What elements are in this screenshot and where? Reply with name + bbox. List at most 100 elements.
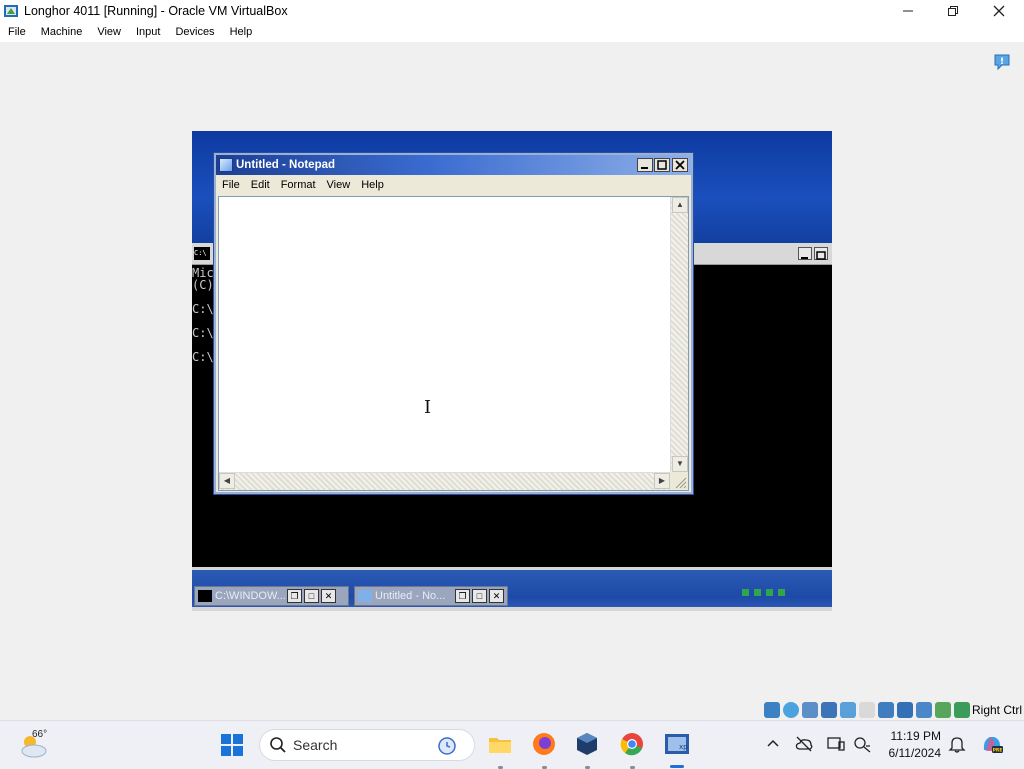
menu-input[interactable]: Input [136,26,160,38]
minimize-icon [641,167,648,169]
console-icon: C:\ [194,247,210,260]
chevron-up-icon[interactable] [762,733,784,755]
notepad-menu-help[interactable]: Help [361,179,384,191]
scroll-up-button[interactable]: ▲ [672,197,688,213]
guest-screen[interactable]: C:\ Mic (C) C:\ C:\ C:\ Untitled - Notep… [192,131,832,611]
menu-file[interactable]: File [8,26,26,38]
cpu-icon[interactable] [916,702,932,718]
virtualbox-icon[interactable] [574,731,600,757]
console-output: Mic (C) C:\ C:\ C:\ [192,267,214,363]
notepad-menu-format[interactable]: Format [281,179,316,191]
close-button[interactable]: ✕ [321,589,336,603]
resize-grip[interactable] [670,472,688,490]
notepad-icon [219,158,233,172]
chrome-icon[interactable] [619,731,645,757]
resize-grip-icon [675,477,687,489]
notepad-menu-view[interactable]: View [327,179,351,191]
menu-machine[interactable]: Machine [41,26,83,38]
bell-icon[interactable] [946,733,968,755]
notepad-window[interactable]: Untitled - Notepad File Edit Format View… [214,153,693,494]
search-icon [270,737,286,753]
search-label: Search [293,737,338,753]
tray-icon[interactable] [742,589,749,596]
notepad-minimize-button[interactable] [637,158,653,172]
console-line: C:\ [192,326,214,340]
keyboard-icon[interactable] [954,702,970,718]
notepad-maximize-button[interactable] [654,158,670,172]
guest-taskbar-label: C:\WINDOW... [215,590,285,602]
file-explorer-icon[interactable] [487,731,513,757]
host-key-label: Right Ctrl [971,703,1022,717]
minimize-icon [801,257,808,259]
minimize-button[interactable] [885,0,931,22]
network-icon[interactable] [821,702,837,718]
menu-help[interactable]: Help [230,26,253,38]
guest-system-tray [742,589,785,596]
guest-taskbar-console-button[interactable]: C:\WINDOW... ❐ □ ✕ [194,586,349,606]
usb-icon[interactable] [840,702,856,718]
scroll-left-button[interactable]: ◀ [219,473,235,489]
tray-icon[interactable] [766,589,773,596]
restore-icon [948,6,958,16]
start-button[interactable] [220,733,244,757]
tray-icon[interactable] [754,589,761,596]
svg-text:PRE: PRE [993,748,1003,754]
notepad-menu-edit[interactable]: Edit [251,179,270,191]
weather-temperature: 66° [32,729,48,740]
copilot-pre-icon[interactable]: PRE [980,732,1004,756]
close-button[interactable] [976,0,1022,22]
scroll-right-button[interactable]: ▶ [654,473,670,489]
maximize-icon [657,160,667,170]
windows-taskbar: 66° Search xp 11:19 PM 6/11/2024 PRE [0,720,1024,769]
minimize-icon [903,10,913,12]
system-clock[interactable]: 11:19 PM 6/11/2024 [883,728,942,762]
maximize-button[interactable]: □ [304,589,319,603]
restore-button[interactable]: ❐ [455,589,470,603]
console-minimize-button[interactable] [798,247,812,260]
shared-folders-icon[interactable] [859,702,875,718]
vbox-status-bar: Right Ctrl [0,700,1024,720]
horizontal-scrollbar[interactable]: ◀ ▶ [219,472,670,490]
notepad-text-field[interactable] [219,197,670,472]
menu-devices[interactable]: Devices [175,26,214,38]
notepad-menu-file[interactable]: File [222,179,240,191]
maximize-icon [816,251,826,260]
network-icon[interactable] [851,733,873,755]
window-title: Longhor 4011 [Running] - Oracle VM Virtu… [24,4,288,18]
close-button[interactable]: ✕ [489,589,504,603]
text-cursor-icon: I [424,397,432,418]
taskbar-search-box[interactable]: Search [259,729,475,761]
mouse-integration-icon[interactable] [935,702,951,718]
longhorn-vm-icon[interactable]: xp [664,731,690,757]
display-icon[interactable] [878,702,894,718]
vbox-title-bar: Longhor 4011 [Running] - Oracle VM Virtu… [0,0,1024,22]
notification-icon[interactable]: ! [993,53,1011,71]
menu-view[interactable]: View [97,26,121,38]
display-settings-icon[interactable] [825,733,847,755]
scroll-down-button[interactable]: ▼ [672,456,688,472]
console-line: C:\ [192,302,214,316]
tray-icon[interactable] [778,589,785,596]
maximize-button[interactable] [930,0,976,22]
restore-button[interactable]: ❐ [287,589,302,603]
notepad-close-button[interactable] [672,158,688,172]
console-line: (C) [192,278,214,292]
notepad-icon [358,590,372,602]
hard-disk-icon[interactable] [764,702,780,718]
optical-drive-icon[interactable] [783,702,799,718]
notepad-menu-bar: File Edit Format View Help [216,175,691,195]
firefox-icon[interactable] [531,731,557,757]
console-maximize-button[interactable] [814,247,828,260]
onedrive-offline-icon[interactable] [793,733,815,755]
notepad-edit-area: ▲ ▼ ◀ ▶ I [218,196,689,491]
recording-icon[interactable] [897,702,913,718]
notepad-title-bar[interactable]: Untitled - Notepad [216,155,691,175]
clock-time: 11:19 PM [890,729,941,743]
vertical-scrollbar[interactable]: ▲ ▼ [670,197,688,472]
guest-taskbar-notepad-button[interactable]: Untitled - No... ❐ □ ✕ [354,586,508,606]
clock-date: 6/11/2024 [888,746,942,760]
audio-icon[interactable] [802,702,818,718]
maximize-button[interactable]: □ [472,589,487,603]
virtualbox-app-icon [4,5,18,17]
console-icon [198,590,212,602]
